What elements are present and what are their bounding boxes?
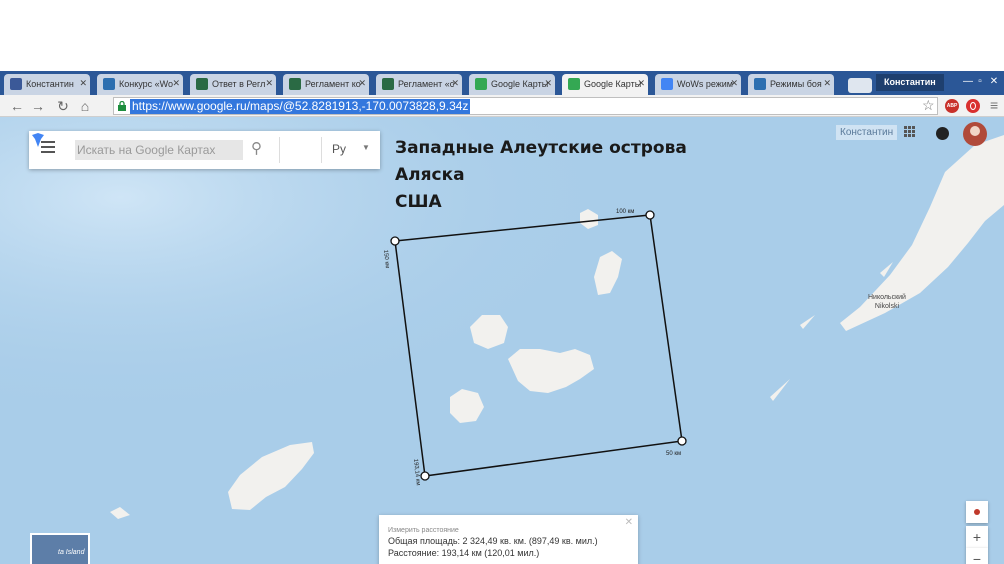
browser-tab[interactable]: Режимы боя ✕ (748, 74, 834, 95)
account-name[interactable]: Константин (836, 125, 898, 140)
forum-favicon-icon (289, 78, 301, 90)
tab-label: WoWs режим (677, 79, 733, 89)
bookmark-star-icon[interactable]: ☆ (922, 97, 935, 114)
browser-tab-active[interactable]: Google Карты ✕ (562, 74, 648, 95)
close-tab-icon[interactable]: ✕ (730, 78, 738, 89)
address-bar[interactable]: https://www.google.ru/maps/@52.8281913,-… (113, 97, 938, 115)
wows-favicon-icon (103, 78, 115, 90)
google-favicon-icon (661, 78, 673, 90)
close-tab-icon[interactable]: ✕ (823, 78, 831, 89)
close-tab-icon[interactable]: ✕ (79, 78, 87, 89)
url-text[interactable]: https://www.google.ru/maps/@52.8281913,-… (130, 99, 471, 114)
browser-tab-strip: Константин ✕ Конкурс «Wo ✕ Ответ в Регл … (0, 71, 1004, 95)
adblock-plus-icon[interactable]: ABP (945, 99, 959, 113)
browser-tab[interactable]: WoWs режим ✕ (655, 74, 741, 95)
close-icon[interactable]: ✕ (625, 517, 633, 528)
map-canvas[interactable]: 100 км 50 км 150 км 193,14 км ⚲ Ру ▼ Зап… (0, 117, 1004, 564)
satellite-toggle-thumbnail[interactable]: ta Island (30, 533, 90, 564)
zoom-out-button[interactable]: − (966, 548, 988, 564)
place-label-nikolski[interactable]: Никольский Nikolski (868, 293, 906, 311)
ruler-label-right: 50 км (666, 451, 681, 457)
browser-tab[interactable]: Константин ✕ (4, 74, 90, 95)
measure-title: Измерить расстояние (388, 527, 459, 534)
search-box: ⚲ Ру ▼ (29, 131, 380, 169)
close-tab-icon[interactable]: ✕ (544, 78, 552, 89)
new-tab-button[interactable] (848, 78, 872, 93)
tab-label: Регламент ко (305, 79, 361, 89)
back-icon[interactable]: ← (8, 97, 26, 115)
search-icon[interactable]: ⚲ (251, 139, 262, 157)
reload-icon[interactable]: ↻ (54, 97, 72, 115)
vk-favicon-icon (10, 78, 22, 90)
measure-vertex (677, 436, 687, 446)
tab-label: Регламент «с (398, 79, 455, 89)
search-input[interactable] (75, 140, 243, 160)
close-tab-icon[interactable]: ✕ (172, 78, 180, 89)
browser-tab[interactable]: Конкурс «Wo ✕ (97, 74, 183, 95)
tab-label: Google Карты (491, 79, 549, 89)
tab-label: Режимы боя (770, 79, 822, 89)
tab-label: Ответ в Регл (212, 79, 266, 89)
close-tab-icon[interactable]: ✕ (265, 78, 273, 89)
divider (279, 137, 280, 163)
lock-icon (118, 101, 126, 111)
forum-favicon-icon (382, 78, 394, 90)
browser-tab[interactable]: Регламент ко ✕ (283, 74, 369, 95)
tab-label: Константин (26, 79, 74, 89)
caption-line: Аляска (395, 165, 465, 185)
caption-line: США (395, 192, 442, 212)
directions-icon[interactable] (29, 131, 47, 149)
home-icon[interactable]: ⌂ (76, 97, 94, 115)
notifications-icon[interactable] (936, 127, 949, 140)
close-window-icon[interactable]: ✕ (984, 74, 1004, 91)
close-tab-icon[interactable]: ✕ (358, 78, 366, 89)
apps-grid-icon[interactable] (904, 126, 916, 138)
tab-label: Конкурс «Wo (119, 79, 174, 89)
google-maps-favicon-icon (568, 78, 580, 90)
close-tab-icon[interactable]: ✕ (637, 78, 645, 89)
browser-tab[interactable]: Ответ в Регл ✕ (190, 74, 276, 95)
forward-icon[interactable]: → (29, 97, 47, 115)
place-name-en: Nikolski (874, 303, 900, 310)
wows-favicon-icon (754, 78, 766, 90)
avatar[interactable] (963, 122, 987, 146)
forum-favicon-icon (196, 78, 208, 90)
browser-profile-button[interactable]: Константин (876, 74, 944, 91)
zoom-in-button[interactable]: + (966, 526, 988, 548)
caption-line: Западные Алеутские острова (395, 138, 687, 158)
browser-toolbar: ← → ↻ ⌂ https://www.google.ru/maps/@52.8… (0, 95, 1004, 117)
measure-distance: Расстояние: 193,14 км (120,01 мил.) (388, 548, 540, 558)
measure-vertex (420, 471, 430, 481)
measure-distance-card: ✕ Измерить расстояние Общая площадь: 2 3… (379, 515, 638, 564)
mini-map-label: ta Island (58, 549, 85, 556)
place-name-ru: Никольский (868, 294, 906, 301)
divider (321, 137, 322, 163)
measure-vertex (390, 236, 400, 246)
google-maps-favicon-icon (475, 78, 487, 90)
measure-area: Общая площадь: 2 324,49 кв. км. (897,49 … (388, 536, 598, 546)
close-tab-icon[interactable]: ✕ (451, 78, 459, 89)
extension-icon[interactable] (966, 99, 980, 113)
chevron-down-icon[interactable]: ▼ (362, 143, 370, 152)
browser-tab[interactable]: Google Карты ✕ (469, 74, 555, 95)
map-caption: Западные Алеутские острова Аляска США (395, 135, 687, 216)
language-selector[interactable]: Ру (332, 142, 346, 156)
my-location-button[interactable] (966, 501, 988, 523)
screen: Константин ✕ Конкурс «Wo ✕ Ответ в Регл … (0, 0, 1004, 564)
browser-menu-icon[interactable]: ≡ (990, 97, 998, 113)
browser-tab[interactable]: Регламент «с ✕ (376, 74, 462, 95)
tab-label: Google Карты (584, 79, 642, 89)
